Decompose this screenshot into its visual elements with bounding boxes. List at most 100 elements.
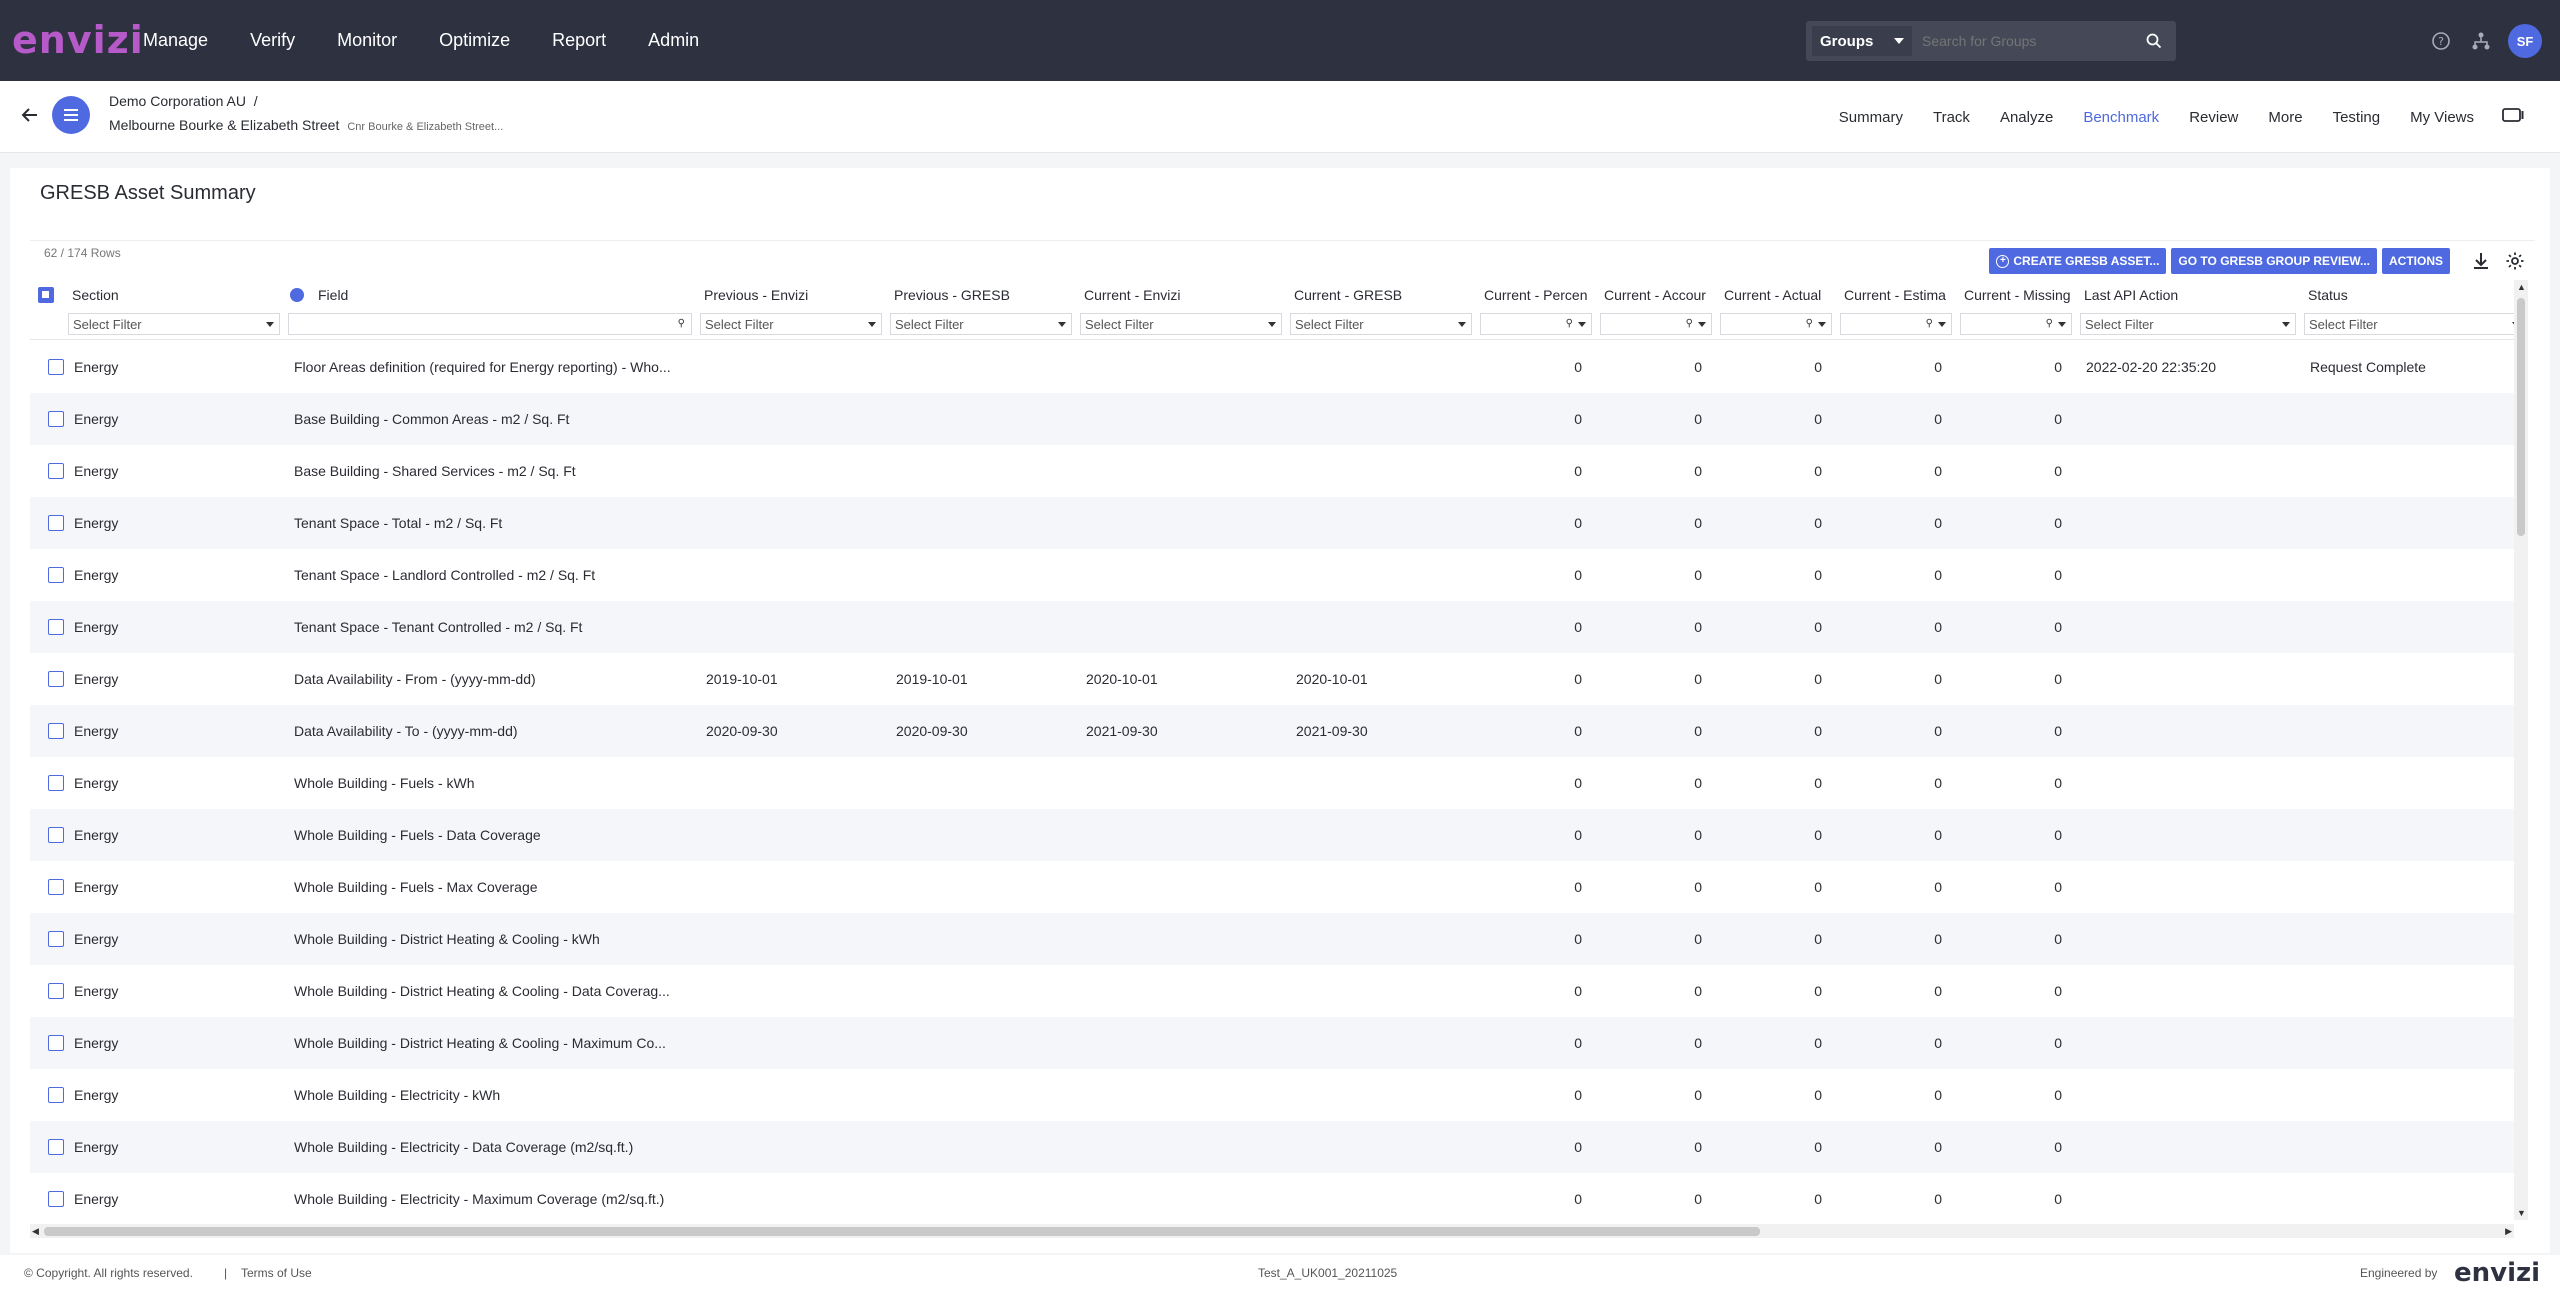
col-header-field[interactable]: Field	[284, 280, 696, 310]
search-icon[interactable]	[2146, 33, 2162, 54]
col-header-current-account[interactable]: Current - Accour	[1596, 280, 1716, 310]
create-gresb-asset-button[interactable]: + CREATE GRESB ASSET...	[1989, 248, 2167, 274]
row-checkbox[interactable]	[48, 879, 64, 895]
filter-current-percent[interactable]: ⚲	[1480, 313, 1592, 335]
tab-testing[interactable]: Testing	[2333, 109, 2381, 126]
row-checkbox[interactable]	[48, 671, 64, 687]
tab-review[interactable]: Review	[2189, 109, 2238, 126]
table-row[interactable]: Energy Data Availability - To - (yyyy-mm-…	[30, 705, 2526, 757]
go-to-gresb-group-review-button[interactable]: GO TO GRESB GROUP REVIEW...	[2171, 248, 2377, 274]
col-header-status[interactable]: Status	[2300, 280, 2526, 310]
nav-optimize[interactable]: Optimize	[439, 30, 510, 51]
row-checkbox[interactable]	[48, 463, 64, 479]
nav-report[interactable]: Report	[552, 30, 606, 51]
tab-summary[interactable]: Summary	[1839, 109, 1903, 126]
table-row[interactable]: Energy Whole Building - Electricity - Max…	[30, 1173, 2526, 1220]
table-row[interactable]: Energy Tenant Space - Tenant Controlled -…	[30, 601, 2526, 653]
row-checkbox[interactable]	[48, 1139, 64, 1155]
row-checkbox[interactable]	[48, 567, 64, 583]
nav-monitor[interactable]: Monitor	[337, 30, 397, 51]
filter-status[interactable]: Select Filter	[2304, 313, 2526, 335]
table-row[interactable]: Energy Whole Building - Fuels - Max Cover…	[30, 861, 2526, 913]
scroll-down-icon[interactable]: ▼	[2517, 1208, 2526, 1218]
col-header-current-missing[interactable]: Current - Missing	[1956, 280, 2076, 310]
scroll-right-icon[interactable]: ▶	[2505, 1226, 2512, 1237]
scroll-up-icon[interactable]: ▲	[2517, 282, 2526, 292]
download-icon[interactable]	[2466, 246, 2496, 276]
filter-previous-gresb[interactable]: Select Filter	[890, 313, 1072, 335]
filter-current-envizi[interactable]: Select Filter	[1080, 313, 1282, 335]
table-row[interactable]: Energy Tenant Space - Total - m2 / Sq. Ft…	[30, 497, 2526, 549]
back-arrow-icon[interactable]	[20, 105, 40, 130]
filter-current-actual[interactable]: ⚲	[1720, 313, 1832, 335]
filter-current-missing[interactable]: ⚲	[1960, 313, 2072, 335]
horizontal-scrollbar[interactable]: ◀ ▶	[30, 1224, 2514, 1238]
vertical-scrollbar[interactable]: ▲ ▼	[2514, 280, 2528, 1220]
col-header-current-estimated[interactable]: Current - Estima	[1836, 280, 1956, 310]
terms-of-use-link[interactable]: Terms of Use	[241, 1266, 312, 1280]
col-header-last-api-action[interactable]: Last API Action	[2076, 280, 2300, 310]
filter-section[interactable]: Select Filter	[68, 313, 280, 335]
actions-button[interactable]: ACTIONS	[2382, 248, 2450, 274]
row-checkbox[interactable]	[48, 931, 64, 947]
table-row[interactable]: Energy Whole Building - Fuels - Data Cove…	[30, 809, 2526, 861]
tab-benchmark[interactable]: Benchmark	[2083, 109, 2159, 126]
filter-current-estimated[interactable]: ⚲	[1840, 313, 1952, 335]
tab-my-views[interactable]: My Views	[2410, 109, 2474, 126]
col-header-current-actual[interactable]: Current - Actual	[1716, 280, 1836, 310]
help-icon[interactable]: ?	[2430, 30, 2452, 52]
table-row[interactable]: Energy Whole Building - Fuels - kWh 0 0 0 0 0	[30, 757, 2526, 809]
scroll-left-icon[interactable]: ◀	[32, 1226, 39, 1237]
row-checkbox[interactable]	[48, 723, 64, 739]
table-row[interactable]: Energy Base Building - Shared Services - …	[30, 445, 2526, 497]
row-checkbox[interactable]	[48, 827, 64, 843]
table-row[interactable]: Energy Whole Building - District Heating …	[30, 913, 2526, 965]
col-header-current-envizi[interactable]: Current - Envizi	[1076, 280, 1286, 310]
tab-more[interactable]: More	[2268, 109, 2302, 126]
table-row[interactable]: Energy Whole Building - Electricity - kWh…	[30, 1069, 2526, 1121]
table-row[interactable]: Energy Floor Areas definition (required f…	[30, 341, 2526, 393]
row-checkbox[interactable]	[48, 515, 64, 531]
group-type-select[interactable]: Groups	[1812, 26, 1912, 56]
table-row[interactable]: Energy Whole Building - District Heating …	[30, 1017, 2526, 1069]
breadcrumb-org[interactable]: Demo Corporation AU	[109, 93, 246, 109]
table-row[interactable]: Energy Whole Building - District Heating …	[30, 965, 2526, 1017]
filter-field[interactable]: ⚲	[288, 313, 692, 335]
filter-current-account[interactable]: ⚲	[1600, 313, 1712, 335]
table-row[interactable]: Energy Tenant Space - Landlord Controlled…	[30, 549, 2526, 601]
user-avatar[interactable]: SF	[2508, 24, 2542, 58]
row-checkbox[interactable]	[48, 619, 64, 635]
filter-last-api-action[interactable]: Select Filter	[2080, 313, 2296, 335]
col-header-current-gresb[interactable]: Current - GRESB	[1286, 280, 1476, 310]
row-checkbox[interactable]	[48, 775, 64, 791]
nav-manage[interactable]: Manage	[143, 30, 208, 51]
tab-analyze[interactable]: Analyze	[2000, 109, 2053, 126]
gear-icon[interactable]	[2500, 246, 2530, 276]
vertical-scroll-thumb[interactable]	[2517, 298, 2525, 536]
hamburger-menu-icon[interactable]	[52, 96, 90, 134]
filter-previous-envizi[interactable]: Select Filter	[700, 313, 882, 335]
envizi-logo[interactable]: envizi	[12, 18, 144, 62]
nav-verify[interactable]: Verify	[250, 30, 295, 51]
table-row[interactable]: Energy Data Availability - From - (yyyy-m…	[30, 653, 2526, 705]
display-mode-icon[interactable]	[2502, 107, 2524, 128]
col-header-current-percent[interactable]: Current - Percen	[1476, 280, 1596, 310]
group-search-input[interactable]	[1922, 33, 2132, 49]
breadcrumb-site[interactable]: Melbourne Bourke & Elizabeth Street	[109, 117, 339, 133]
table-row[interactable]: Energy Base Building - Common Areas - m2 …	[30, 393, 2526, 445]
row-checkbox[interactable]	[48, 1035, 64, 1051]
row-checkbox[interactable]	[48, 1087, 64, 1103]
row-checkbox[interactable]	[48, 1191, 64, 1207]
tab-track[interactable]: Track	[1933, 109, 1970, 126]
horizontal-scroll-thumb[interactable]	[44, 1227, 1760, 1236]
col-header-previous-gresb[interactable]: Previous - GRESB	[886, 280, 1076, 310]
nav-admin[interactable]: Admin	[648, 30, 699, 51]
row-checkbox[interactable]	[48, 411, 64, 427]
filter-current-gresb[interactable]: Select Filter	[1290, 313, 1472, 335]
row-checkbox[interactable]	[48, 983, 64, 999]
col-header-section[interactable]: Section	[64, 280, 284, 310]
col-header-previous-envizi[interactable]: Previous - Envizi	[696, 280, 886, 310]
row-checkbox[interactable]	[48, 359, 64, 375]
hierarchy-icon[interactable]	[2470, 30, 2492, 52]
select-all-checkbox[interactable]	[38, 287, 54, 303]
